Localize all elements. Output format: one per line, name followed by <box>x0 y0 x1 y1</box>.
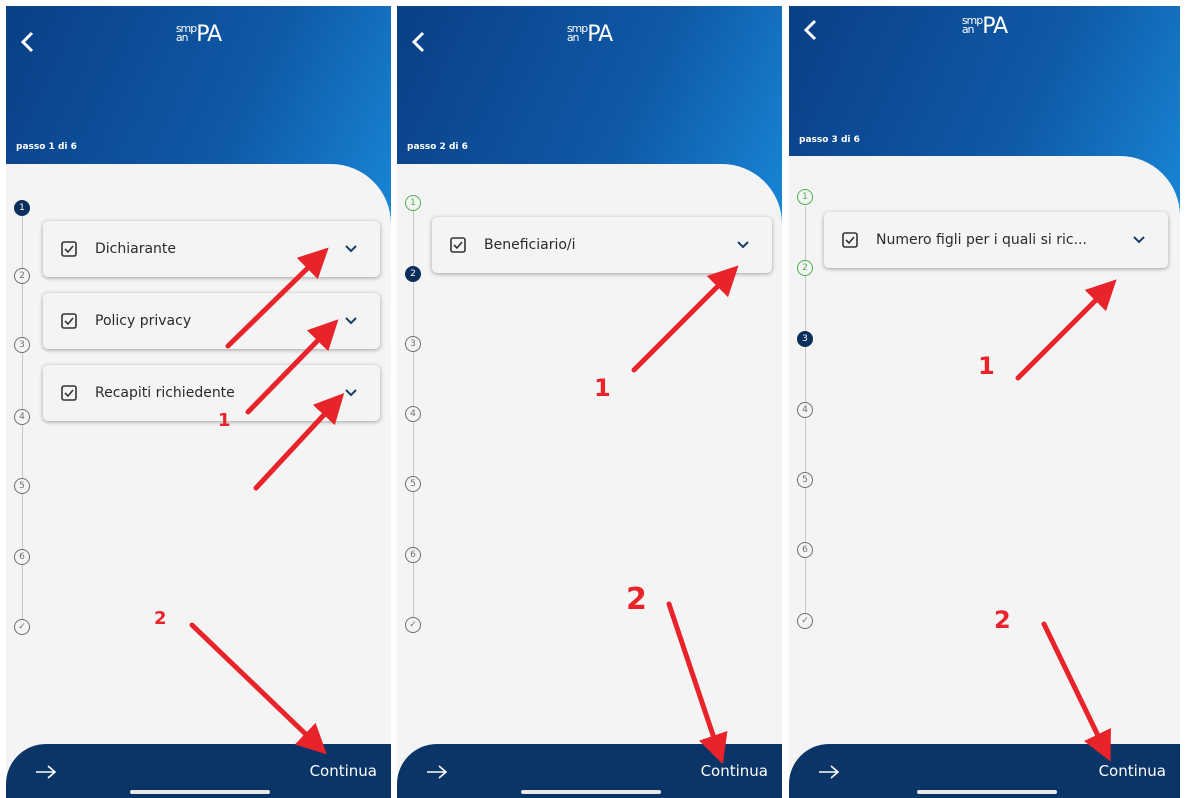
annotation-arrow <box>189 622 327 755</box>
annotation-label-2: 2 <box>154 608 167 629</box>
annotation-arrow <box>245 319 339 415</box>
annotation-arrow <box>253 393 345 491</box>
annotation-label-1: 1 <box>978 352 995 380</box>
annotation-arrow <box>666 601 728 765</box>
annotation-arrows <box>189 247 1117 765</box>
annotation-label-1: 1 <box>218 410 231 431</box>
annotation-arrow <box>225 247 329 349</box>
annotation-label-2: 2 <box>994 606 1011 634</box>
annotation-arrow <box>631 265 739 373</box>
annotation-label-2: 2 <box>626 582 647 617</box>
annotation-arrow <box>1041 621 1111 762</box>
annotation-label-1: 1 <box>594 374 611 402</box>
annotation-arrow <box>1015 279 1117 381</box>
